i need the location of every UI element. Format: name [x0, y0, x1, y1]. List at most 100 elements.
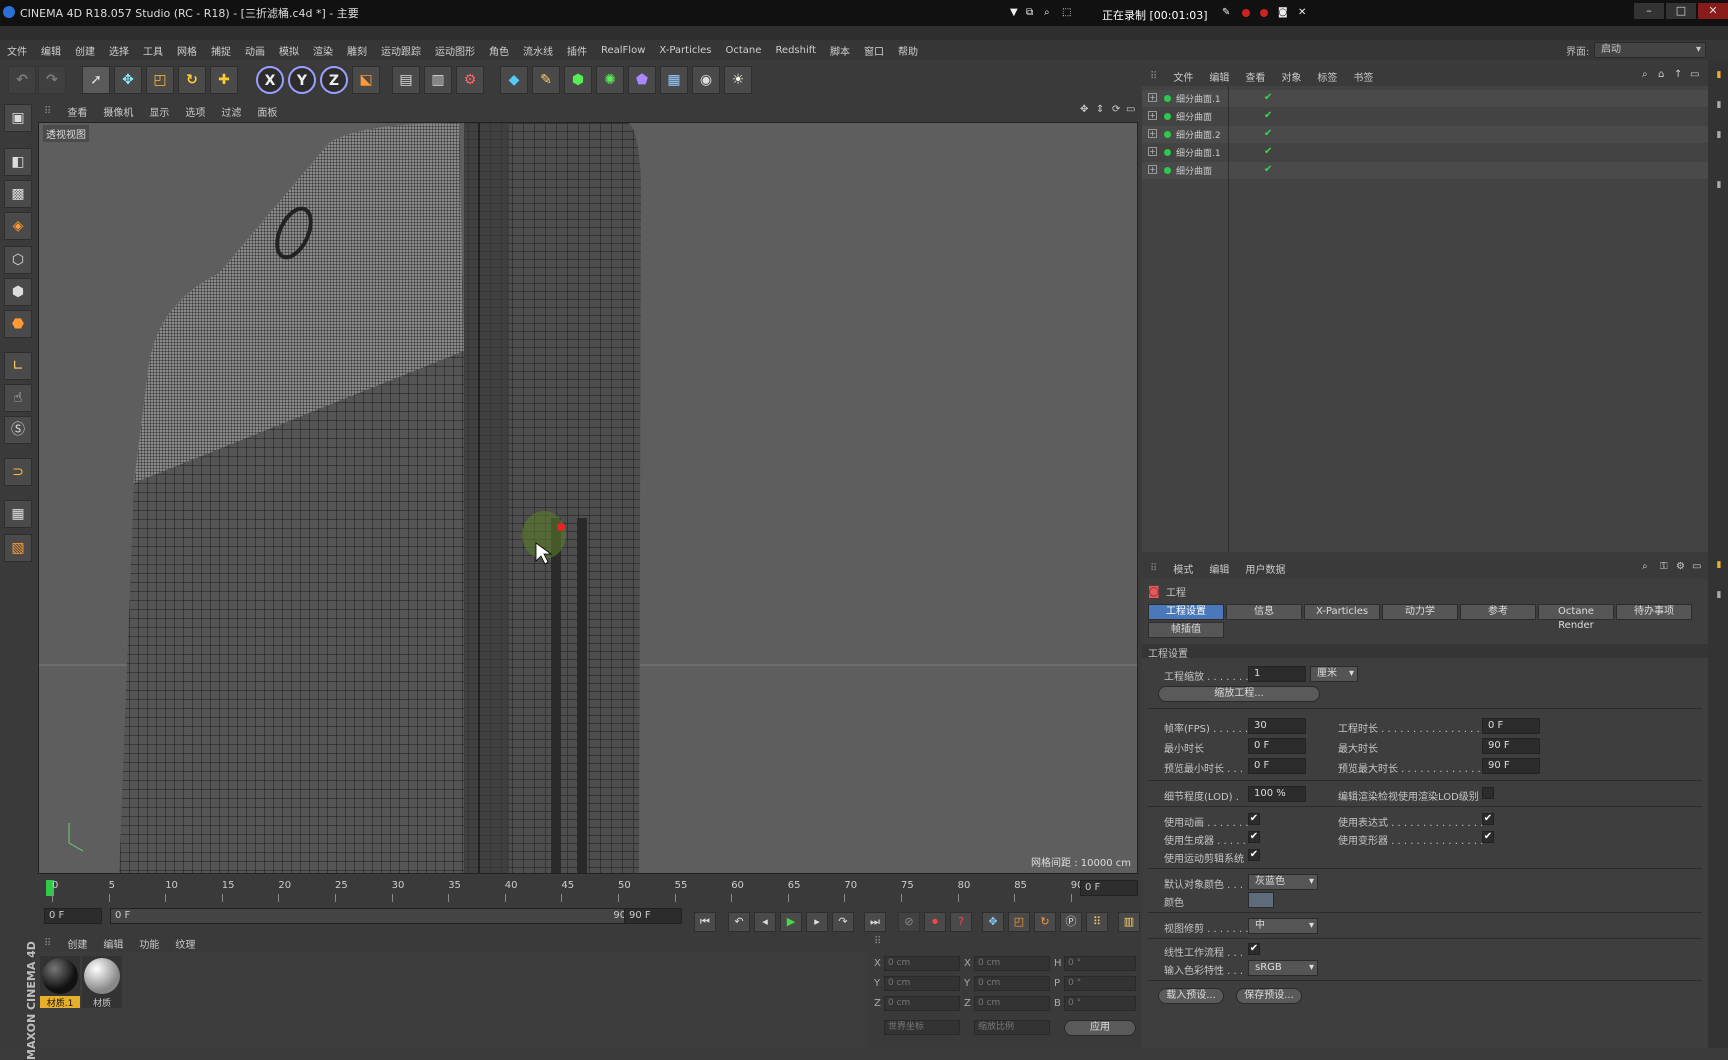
frame-range-slider[interactable]: 0 F 90 F — [110, 908, 648, 924]
use-animation-checkbox[interactable]: ✔ — [1248, 813, 1260, 825]
transform-tool-icon[interactable]: ✚ — [210, 66, 238, 94]
undo-icon[interactable]: ↶ — [8, 66, 36, 94]
close-button[interactable]: ✕ — [1698, 3, 1728, 19]
menu-script[interactable]: 脚本 — [823, 43, 857, 58]
viewport-menu-display[interactable]: 显示 — [141, 104, 177, 119]
menu-create[interactable]: 创建 — [68, 43, 102, 58]
tab-layers-vertical[interactable]: ▮ — [1712, 180, 1724, 190]
viewport-menu-panel[interactable]: 面板 — [249, 104, 285, 119]
project-time-field[interactable]: 0 F — [1482, 718, 1540, 734]
object-row[interactable]: + 细分曲面.1 ✔ — [1142, 144, 1708, 161]
default-color-select[interactable]: 灰蓝色 ▾ — [1248, 874, 1318, 890]
record-key-icon[interactable]: ⏺ — [924, 912, 946, 932]
timeline-window-icon[interactable]: ▥ — [1118, 912, 1140, 932]
tab-takes-vertical[interactable]: ▮ — [1712, 100, 1724, 110]
tab-reference[interactable]: 参考 — [1460, 604, 1536, 620]
min-time-field[interactable]: 0 F — [1248, 738, 1306, 754]
expand-icon[interactable]: + — [1148, 111, 1157, 120]
menu-animate[interactable]: 动画 — [238, 43, 272, 58]
am-menu-edit[interactable]: 编辑 — [1201, 561, 1237, 576]
menu-motion-tracking[interactable]: 运动跟踪 — [374, 43, 428, 58]
search-icon[interactable]: ⌕ — [1642, 69, 1648, 80]
key-scale-icon[interactable]: ◰ — [1008, 912, 1030, 932]
viewport-maximize-icon[interactable]: ▭ — [1126, 104, 1135, 115]
menu-simulate[interactable]: 模拟 — [272, 43, 306, 58]
tab-x-particles[interactable]: X-Particles — [1304, 604, 1380, 620]
menu-select[interactable]: 选择 — [102, 43, 136, 58]
tab-todo[interactable]: 待办事项 — [1616, 604, 1692, 620]
record-dropdown-icon[interactable]: ▼ — [1010, 7, 1018, 18]
tab-project-settings[interactable]: 工程设置 — [1148, 604, 1224, 620]
key-position-icon[interactable]: ✥ — [982, 912, 1004, 932]
menu-file[interactable]: 文件 — [0, 43, 34, 58]
save-preset-button[interactable]: 保存预设... — [1236, 988, 1302, 1004]
current-frame-field[interactable]: 0 F — [1080, 880, 1138, 896]
render-lod-checkbox[interactable] — [1482, 787, 1494, 799]
viewport-menu-view[interactable]: 查看 — [59, 104, 95, 119]
color-swatch[interactable] — [1248, 892, 1274, 908]
viewport-menu-options[interactable]: 选项 — [177, 104, 213, 119]
material-menu-texture[interactable]: 纹理 — [167, 936, 203, 951]
select-tool-icon[interactable]: ➚ — [82, 66, 110, 94]
menu-help[interactable]: 帮助 — [891, 43, 925, 58]
material-item[interactable]: 材质.1 — [40, 956, 80, 1009]
load-preset-button[interactable]: 载入预设... — [1158, 988, 1224, 1004]
enabled-check-icon[interactable]: ✔ — [1264, 146, 1272, 157]
tab-info[interactable]: 信息 — [1226, 604, 1302, 620]
rotation-p-field[interactable]: 0 ° — [1064, 976, 1136, 991]
menu-realflow[interactable]: RealFlow — [594, 45, 652, 56]
om-menu-file[interactable]: 文件 — [1165, 69, 1201, 84]
viewport-menu-filter[interactable]: 过滤 — [213, 104, 249, 119]
object-manager-divider[interactable] — [1228, 86, 1229, 552]
rotation-h-field[interactable]: 0 ° — [1064, 956, 1136, 971]
record-dot-icon[interactable] — [1242, 9, 1250, 17]
y-axis-button[interactable]: Y — [288, 66, 316, 94]
render-picture-viewer-icon[interactable]: ▥ — [424, 66, 452, 94]
use-generators-checkbox[interactable]: ✔ — [1248, 831, 1260, 843]
input-color-profile-select[interactable]: sRGB ▾ — [1248, 960, 1318, 976]
om-menu-bookmarks[interactable]: 书签 — [1345, 69, 1381, 84]
floor-icon[interactable]: ▦ — [660, 66, 688, 94]
texture-mode-icon[interactable]: ▩ — [4, 180, 32, 208]
pen-icon[interactable]: ✎ — [1222, 7, 1230, 18]
redo-icon[interactable]: ↷ — [38, 66, 66, 94]
deformer-icon[interactable]: ⬟ — [628, 66, 656, 94]
stop-record-icon[interactable] — [1260, 9, 1268, 17]
record-zoom-icon[interactable]: ⌕ — [1044, 7, 1050, 18]
perspective-viewport[interactable]: 透视视图 网格间距 : 10000 cm — [38, 122, 1138, 874]
next-frame-icon[interactable]: ▸ — [806, 912, 828, 932]
layout-select[interactable]: 启动 ▾ — [1594, 42, 1706, 58]
max-time-field[interactable]: 90 F — [1482, 738, 1540, 754]
end-frame-field[interactable]: 90 F — [624, 908, 682, 924]
om-menu-objects[interactable]: 对象 — [1273, 69, 1309, 84]
workplane-icon[interactable]: ▦ — [4, 500, 32, 528]
menu-mograph[interactable]: 运动图形 — [428, 43, 482, 58]
use-expressions-checkbox[interactable]: ✔ — [1482, 813, 1494, 825]
menu-window[interactable]: 窗口 — [857, 43, 891, 58]
rotate-tool-icon[interactable]: ↻ — [178, 66, 206, 94]
camera-icon[interactable]: ◙ — [1278, 7, 1288, 18]
pen-spline-icon[interactable]: ✎ — [532, 66, 560, 94]
minimize-button[interactable]: – — [1634, 3, 1664, 19]
fps-field[interactable]: 30 — [1248, 718, 1306, 734]
prev-frame-icon[interactable]: ◂ — [754, 912, 776, 932]
camera-object-icon[interactable]: ◉ — [692, 66, 720, 94]
enabled-check-icon[interactable]: ✔ — [1264, 164, 1272, 175]
object-row[interactable]: + 细分曲面 ✔ — [1142, 162, 1708, 179]
om-menu-view[interactable]: 查看 — [1237, 69, 1273, 84]
use-motion-system-checkbox[interactable]: ✔ — [1248, 849, 1260, 861]
size-y-field[interactable]: 0 cm — [974, 976, 1050, 991]
project-scale-field[interactable]: 1 — [1248, 666, 1306, 682]
timeline-ruler[interactable]: 0 5 10 15 20 25 30 35 40 45 50 55 60 65 70 75 80 85 90 — [38, 876, 1138, 906]
viewport-menu-camera[interactable]: 摄像机 — [95, 104, 141, 119]
record-close-icon[interactable]: ✕ — [1298, 7, 1306, 18]
scale-unit-select[interactable]: 厘米 ▾ — [1310, 666, 1358, 682]
key-param-icon[interactable]: Ⓟ — [1060, 912, 1082, 932]
tab-content-browser-vertical[interactable]: ▮ — [1712, 130, 1724, 140]
x-axis-button[interactable]: X — [256, 66, 284, 94]
menu-octane[interactable]: Octane — [719, 45, 769, 56]
lock-icon[interactable]: ⚿ — [1660, 561, 1668, 572]
array-icon[interactable]: ✺ — [596, 66, 624, 94]
am-menu-user-data[interactable]: 用户数据 — [1237, 561, 1293, 576]
object-row[interactable]: + 细分曲面.1 ✔ — [1142, 90, 1708, 107]
